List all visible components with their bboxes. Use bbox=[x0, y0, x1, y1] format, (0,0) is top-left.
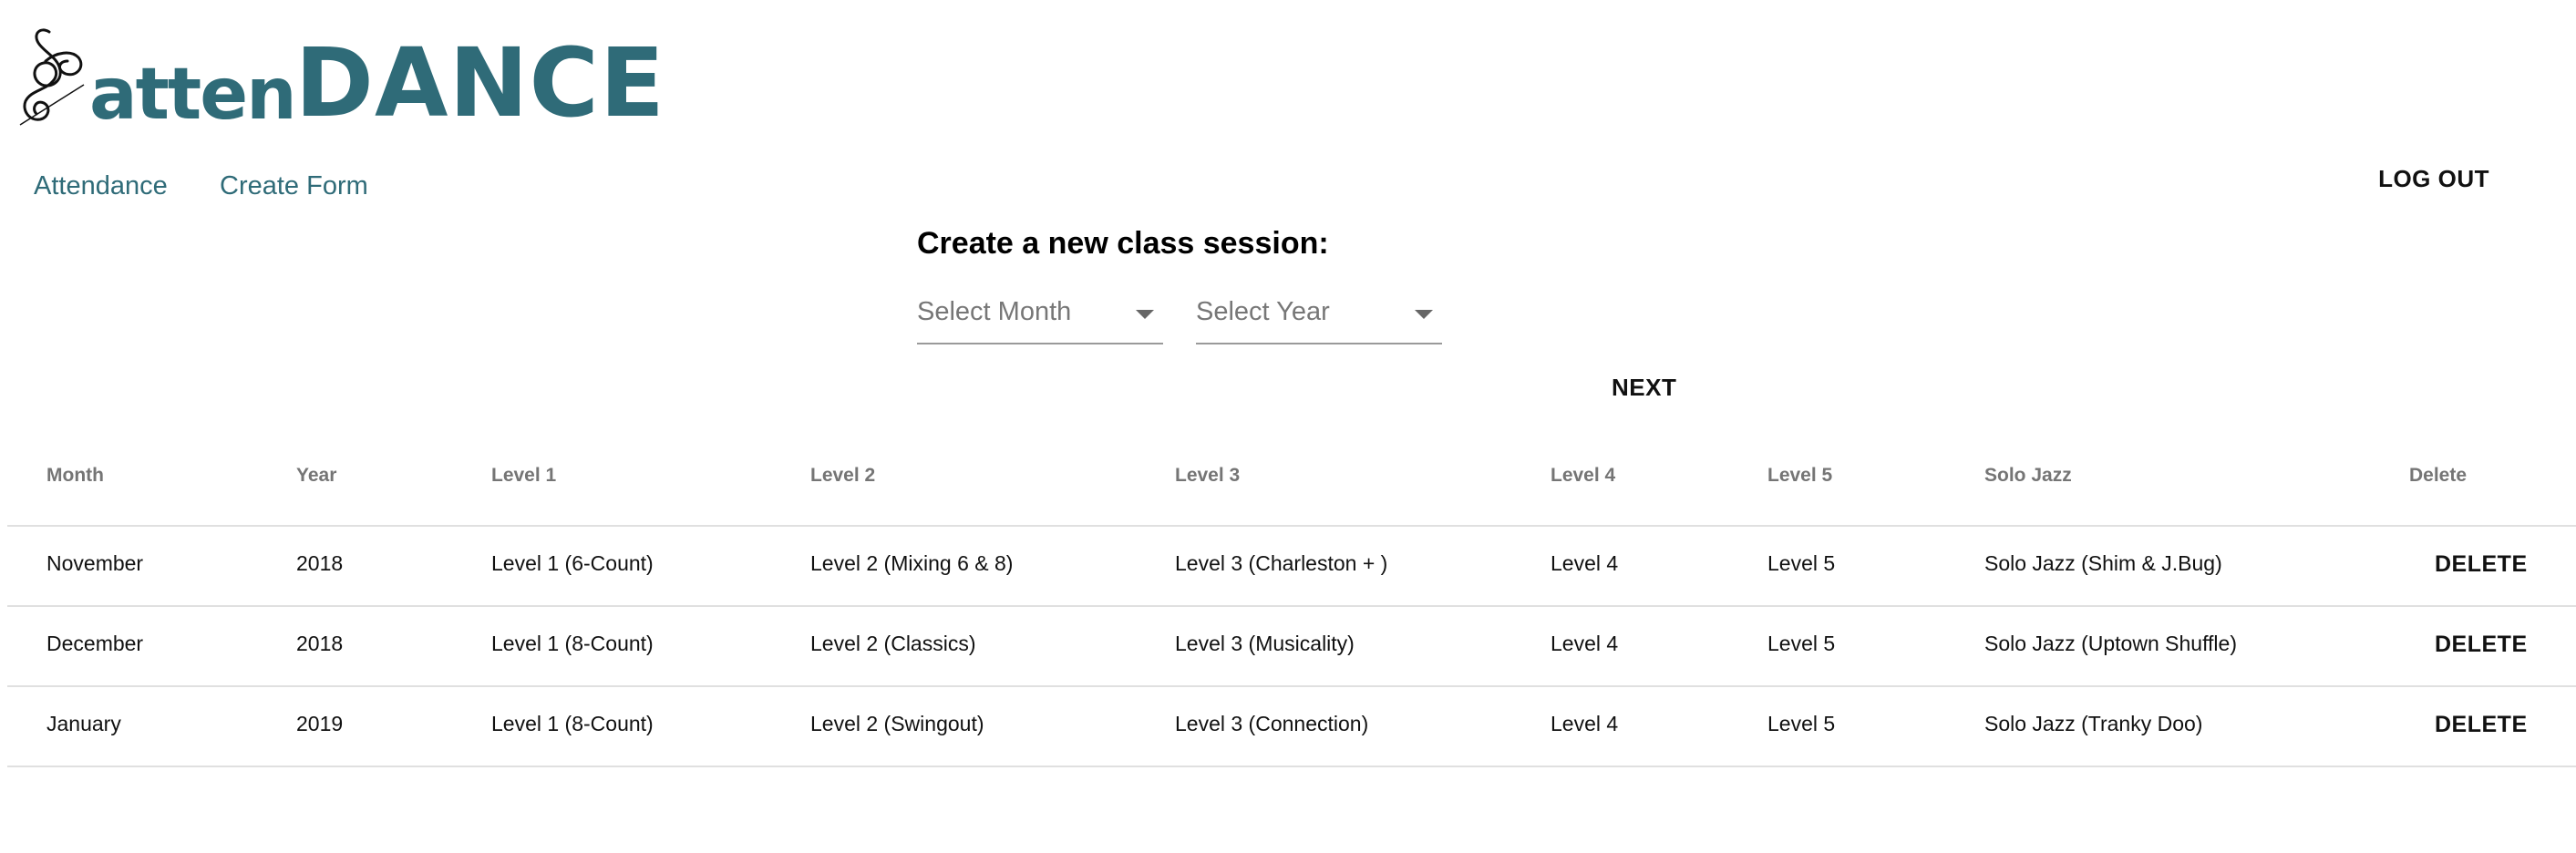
year-select-placeholder: Select Year bbox=[1196, 297, 1330, 326]
dropdown-arrow-icon bbox=[1415, 310, 1433, 319]
cell-solo-jazz: Solo Jazz (Uptown Shuffle) bbox=[1984, 632, 2237, 655]
cell-solo-jazz: Solo Jazz (Tranky Doo) bbox=[1984, 712, 2203, 735]
month-select-placeholder: Select Month bbox=[917, 297, 1072, 326]
dropdown-arrow-icon bbox=[1136, 310, 1154, 319]
cell-level-2: Level 2 (Mixing 6 & 8) bbox=[810, 551, 1014, 575]
header-level-3: Level 3 bbox=[1175, 465, 1241, 486]
cell-year: 2019 bbox=[296, 712, 344, 735]
month-select[interactable]: Select Month bbox=[917, 293, 1163, 344]
app-logo: atten DANCE bbox=[13, 16, 665, 130]
cell-level-4: Level 4 bbox=[1551, 632, 1619, 655]
form-title: Create a new class session: bbox=[917, 226, 1329, 261]
delete-button[interactable]: DELETE bbox=[2435, 632, 2528, 658]
cell-level-3: Level 3 (Musicality) bbox=[1175, 632, 1355, 655]
cell-level-1: Level 1 (8-Count) bbox=[491, 632, 654, 655]
logout-button[interactable]: LOG OUT bbox=[2373, 164, 2495, 194]
cell-year: 2018 bbox=[296, 632, 344, 655]
cell-level-4: Level 4 bbox=[1551, 551, 1619, 575]
cell-level-5: Level 5 bbox=[1767, 712, 1836, 735]
header-year: Year bbox=[296, 465, 337, 486]
delete-button[interactable]: DELETE bbox=[2435, 551, 2528, 578]
header-delete: Delete bbox=[2409, 465, 2468, 486]
nav-attendance-link[interactable]: Attendance bbox=[34, 171, 168, 201]
header-solo-jazz: Solo Jazz bbox=[1984, 465, 2072, 486]
cell-year: 2018 bbox=[296, 551, 344, 575]
cell-level-4: Level 4 bbox=[1551, 712, 1619, 735]
cell-solo-jazz: Solo Jazz (Shim & J.Bug) bbox=[1984, 551, 2222, 575]
delete-button[interactable]: DELETE bbox=[2435, 712, 2528, 738]
logo-text-atten: atten bbox=[89, 54, 297, 136]
next-button[interactable]: NEXT bbox=[1612, 374, 1676, 402]
year-select[interactable]: Select Year bbox=[1196, 293, 1442, 344]
nav-create-form-link[interactable]: Create Form bbox=[220, 171, 368, 201]
header-month: Month bbox=[46, 465, 104, 486]
treble-clef-ornament-icon bbox=[19, 28, 85, 126]
cell-month: November bbox=[46, 551, 144, 575]
cell-level-2: Level 2 (Classics) bbox=[810, 632, 976, 655]
table-header-row: Month Year Level 1 Level 2 Level 3 Level… bbox=[7, 436, 2576, 527]
cell-level-2: Level 2 (Swingout) bbox=[810, 712, 984, 735]
cell-month: January bbox=[46, 712, 121, 735]
sessions-table: Month Year Level 1 Level 2 Level 3 Level… bbox=[7, 436, 2576, 767]
header-level-2: Level 2 bbox=[810, 465, 876, 486]
cell-level-1: Level 1 (8-Count) bbox=[491, 712, 654, 735]
table-row: January 2019 Level 1 (8-Count) Level 2 (… bbox=[7, 687, 2576, 767]
cell-month: December bbox=[46, 632, 144, 655]
logo-text-dance: DANCE bbox=[294, 27, 665, 139]
cell-level-3: Level 3 (Connection) bbox=[1175, 712, 1369, 735]
cell-level-5: Level 5 bbox=[1767, 632, 1836, 655]
header-level-4: Level 4 bbox=[1551, 465, 1616, 486]
cell-level-5: Level 5 bbox=[1767, 551, 1836, 575]
cell-level-1: Level 1 (6-Count) bbox=[491, 551, 654, 575]
table-row: December 2018 Level 1 (8-Count) Level 2 … bbox=[7, 607, 2576, 687]
header-level-1: Level 1 bbox=[491, 465, 557, 486]
cell-level-3: Level 3 (Charleston + ) bbox=[1175, 551, 1388, 575]
header-level-5: Level 5 bbox=[1767, 465, 1833, 486]
table-row: November 2018 Level 1 (6-Count) Level 2 … bbox=[7, 527, 2576, 607]
